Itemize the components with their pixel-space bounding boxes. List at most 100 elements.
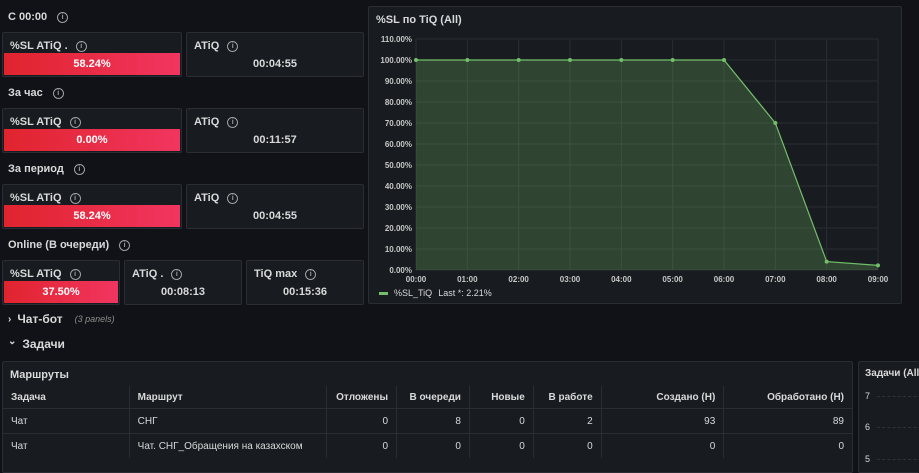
column-header[interactable]: В очереди — [396, 386, 470, 409]
info-icon[interactable]: i — [69, 192, 81, 204]
x-tick-label: 02:00 — [508, 275, 529, 284]
axis-tick-label: 7 — [865, 391, 871, 401]
table-cell: 0 — [326, 433, 397, 458]
table-row[interactable]: Чат СНГ 0 8 0 2 93 89 — [3, 408, 852, 434]
table-cell: 0 — [326, 408, 397, 434]
table-header-row: Задача Маршрут Отложены В очереди Новые … — [3, 386, 852, 409]
table-row[interactable]: Чат Чат. СНГ_Обращения на казахском 0 0 … — [3, 433, 852, 458]
row-tasks[interactable]: ⌄ Задачи — [8, 336, 65, 352]
data-point — [568, 58, 572, 62]
section-title-period: За период i — [8, 163, 85, 175]
panel-title: ATiQ i — [194, 192, 239, 204]
y-tick-label: 10.00% — [385, 245, 412, 254]
info-icon[interactable]: i — [57, 11, 69, 23]
section-title-text: За период — [8, 163, 64, 175]
panel-title: TiQ max i — [254, 268, 317, 280]
y-tick-label: 60.00% — [385, 140, 412, 149]
stat-panel-atiq-online[interactable]: ATiQ . i 00:08:13 — [124, 260, 242, 305]
panel-title-text: %SL ATiQ — [10, 192, 62, 204]
y-tick-label: 80.00% — [385, 98, 412, 107]
panel-title-text: ATiQ — [194, 40, 220, 52]
panel-title: %SL ATiQ . i — [10, 40, 87, 52]
chart-legend[interactable]: %SL_TiQ Last *: 2.21% — [379, 288, 492, 298]
panel-title: Задачи (All) — [865, 368, 919, 379]
data-point — [722, 58, 726, 62]
table-cell: 89 — [723, 408, 852, 434]
stat-value: 58.24% — [4, 205, 180, 227]
stat-value: 0.00% — [4, 129, 180, 151]
info-icon[interactable]: i — [69, 116, 81, 128]
stat-panel-sl-atiq-1[interactable]: %SL ATiQ . i 58.24% — [2, 32, 182, 77]
legend-swatch — [379, 291, 388, 295]
legend-last-value: Last *: 2.21% — [438, 288, 492, 298]
table-cell: 0 — [396, 433, 470, 458]
x-tick-label: 07:00 — [765, 275, 786, 284]
stat-panel-atiq-2[interactable]: ATiQ i 00:11:57 — [186, 108, 364, 153]
y-tick-label: 30.00% — [385, 203, 412, 212]
info-icon[interactable]: i — [119, 239, 131, 251]
panel-title: ATiQ . i — [132, 268, 183, 280]
section-title-since-midnight: С 00:00 i — [8, 11, 69, 23]
column-header[interactable]: Обработано (Н) — [723, 386, 852, 409]
section-title-text: Online (В очереди) — [8, 239, 110, 251]
info-icon[interactable]: i — [69, 268, 81, 280]
info-icon[interactable]: i — [305, 268, 317, 280]
table-cell: Чат — [3, 408, 130, 434]
panel-title-text: Маршруты — [10, 369, 69, 381]
column-header[interactable]: Задача — [3, 386, 129, 409]
stat-value: 37.50% — [4, 281, 118, 303]
data-point — [824, 259, 829, 264]
table-cell: 0 — [468, 408, 534, 434]
table-cell: 0 — [532, 433, 602, 458]
tasks-all-panel[interactable]: Задачи (All) 7 6 5 — [858, 361, 919, 473]
info-icon[interactable]: i — [52, 87, 64, 99]
info-icon[interactable]: i — [73, 163, 85, 175]
info-icon[interactable]: i — [171, 268, 183, 280]
stat-panel-atiq-1[interactable]: ATiQ i 00:04:55 — [186, 32, 364, 77]
panel-title-text: ATiQ . — [132, 268, 164, 280]
stat-panel-sl-atiq-3[interactable]: %SL ATiQ i 58.24% — [2, 184, 182, 229]
info-icon[interactable]: i — [227, 192, 239, 204]
stat-panel-atiq-3[interactable]: ATiQ i 00:04:55 — [186, 184, 364, 229]
stat-value: 00:15:36 — [282, 286, 328, 298]
column-header[interactable]: Создано (Н) — [600, 386, 724, 409]
table-cell: 8 — [396, 408, 470, 434]
column-header[interactable]: Маршрут — [128, 386, 327, 409]
column-header[interactable]: Новые — [468, 386, 534, 409]
table-cell: 0 — [600, 433, 724, 458]
y-tick-label: 100.00% — [380, 56, 412, 65]
chart-panel[interactable]: %SL по TiQ (All) 0.00% 10.00% 20.00% 30.00%… — [368, 6, 902, 304]
y-tick-label: 40.00% — [385, 182, 412, 191]
info-icon[interactable]: i — [227, 116, 239, 128]
x-tick-label: 08:00 — [816, 275, 837, 284]
table-cell: Чат — [3, 433, 130, 458]
routes-table-panel[interactable]: Маршруты Задача Маршрут Отложены В очере… — [2, 361, 853, 473]
row-title: Чат-бот — [17, 312, 63, 326]
table-cell: 93 — [600, 408, 724, 434]
x-tick-label: 06:00 — [714, 275, 735, 284]
row-chatbot[interactable]: › Чат-бот (3 panels) — [8, 312, 115, 326]
panel-title: Маршруты — [10, 369, 69, 381]
section-title-online: Online (В очереди) i — [8, 239, 131, 251]
row-panel-count: (3 panels) — [74, 314, 115, 324]
sl-tiq-chart: 0.00% 10.00% 20.00% 30.00% 40.00% 50.00% 60.00… — [380, 35, 889, 284]
table-cell: 0 — [723, 433, 852, 458]
data-point — [414, 58, 418, 62]
panel-title-text: %SL ATiQ — [10, 268, 62, 280]
column-header[interactable]: Отложены — [326, 386, 397, 409]
panel-title-text: ATiQ — [194, 192, 220, 204]
y-tick-label: 0.00% — [389, 266, 412, 275]
stat-panel-sl-atiq-2[interactable]: %SL ATiQ i 0.00% — [2, 108, 182, 153]
stat-panel-sl-atiq-online[interactable]: %SL ATiQ i 37.50% — [2, 260, 120, 305]
legend-series-name: %SL_TiQ — [394, 288, 433, 298]
axis-tick-label: 5 — [865, 454, 871, 464]
row-title: Задачи — [22, 337, 65, 351]
stat-value: 00:08:13 — [160, 286, 206, 298]
stat-panel-tiq-max[interactable]: TiQ max i 00:15:36 — [246, 260, 364, 305]
column-header[interactable]: В работе — [532, 386, 602, 409]
info-icon[interactable]: i — [227, 40, 239, 52]
y-tick-label: 110.00% — [381, 35, 412, 44]
x-tick-label: 00:00 — [406, 275, 427, 284]
info-icon[interactable]: i — [75, 40, 87, 52]
x-tick-label: 09:00 — [868, 275, 889, 284]
